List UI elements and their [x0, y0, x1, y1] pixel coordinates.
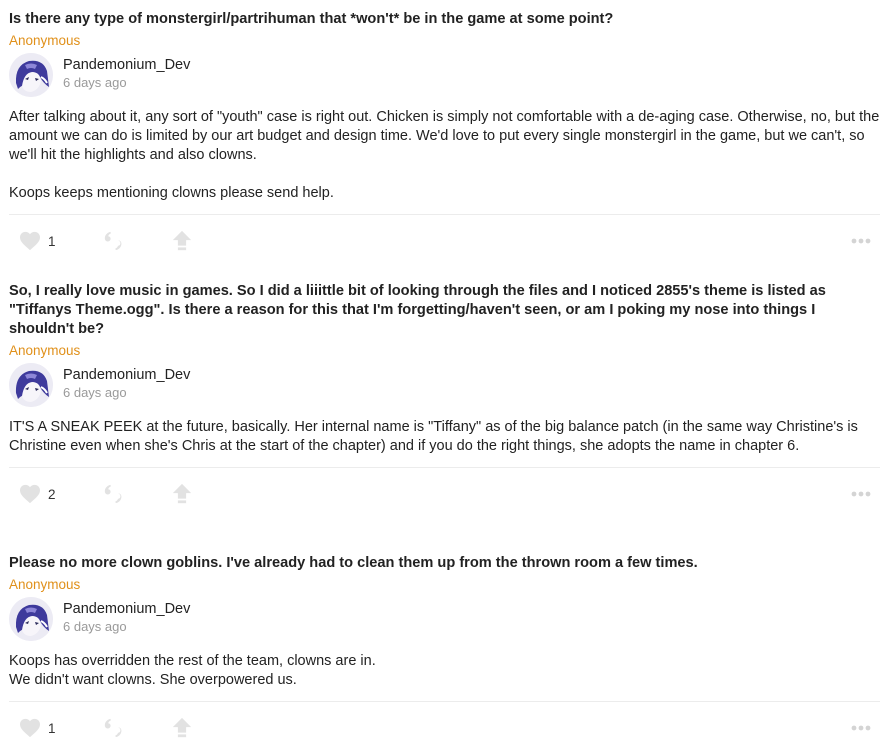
quote-button[interactable] [103, 229, 125, 253]
answer-text: Koops has overridden the rest of the tea… [9, 652, 880, 690]
asker-name: Anonymous [9, 577, 81, 592]
qa-post: Is there any type of monstergirl/partrih… [9, 10, 880, 266]
heart-icon [19, 484, 41, 504]
answer-paragraph: Koops keeps mentioning clowns please sen… [9, 185, 334, 201]
asker-name: Anonymous [9, 343, 81, 358]
post-timestamp: 6 days ago [63, 385, 127, 400]
share-button[interactable] [171, 229, 193, 253]
asker-name: Anonymous [9, 33, 81, 48]
more-dots-icon [851, 238, 871, 244]
post-timestamp: 6 days ago [63, 75, 127, 90]
answer-author: Pandemonium_Dev 6 days ago [9, 53, 880, 97]
answer-paragraph: After talking about it, any sort of "you… [9, 109, 880, 163]
heart-icon [19, 718, 41, 738]
quote-icon [103, 230, 125, 252]
share-button[interactable] [171, 716, 193, 740]
more-options-button[interactable] [851, 716, 871, 740]
share-arrow-icon [171, 717, 193, 739]
question-text: Is there any type of monstergirl/partrih… [9, 11, 614, 27]
author-name[interactable]: Pandemonium_Dev [63, 56, 190, 74]
avatar[interactable] [9, 363, 53, 407]
quote-button[interactable] [103, 482, 125, 506]
share-button[interactable] [171, 482, 193, 506]
more-dots-icon [851, 725, 871, 731]
share-arrow-icon [171, 483, 193, 505]
author-name[interactable]: Pandemonium_Dev [63, 600, 190, 618]
like-count: 1 [48, 233, 56, 249]
qa-post: Please no more clown goblins. I've alrea… [9, 554, 880, 749]
share-arrow-icon [171, 230, 193, 252]
heart-icon [19, 231, 41, 251]
like-count: 2 [48, 486, 56, 502]
action-bar: 2 [9, 467, 880, 519]
more-options-button[interactable] [851, 482, 871, 506]
action-bar: 1 [9, 214, 880, 266]
avatar[interactable] [9, 53, 53, 97]
action-bar: 1 [9, 701, 880, 749]
avatar[interactable] [9, 597, 53, 641]
like-button[interactable]: 1 [19, 716, 56, 740]
more-options-button[interactable] [851, 229, 871, 253]
answer-paragraph: IT'S A SNEAK PEEK at the future, basical… [9, 419, 858, 454]
answer-text: IT'S A SNEAK PEEK at the future, basical… [9, 418, 880, 456]
more-dots-icon [851, 491, 871, 497]
like-button[interactable]: 2 [19, 482, 56, 506]
question-text: So, I really love music in games. So I d… [9, 283, 826, 337]
like-count: 1 [48, 720, 56, 736]
quote-icon [103, 717, 125, 739]
author-name[interactable]: Pandemonium_Dev [63, 366, 190, 384]
answer-paragraph: Koops has overridden the rest of the tea… [9, 653, 376, 688]
post-timestamp: 6 days ago [63, 619, 127, 634]
answer-author: Pandemonium_Dev 6 days ago [9, 597, 880, 641]
answer-author: Pandemonium_Dev 6 days ago [9, 363, 880, 407]
quote-icon [103, 483, 125, 505]
quote-button[interactable] [103, 716, 125, 740]
answer-text: After talking about it, any sort of "you… [9, 108, 880, 203]
question-text: Please no more clown goblins. I've alrea… [9, 555, 698, 571]
qa-post: So, I really love music in games. So I d… [9, 282, 880, 519]
like-button[interactable]: 1 [19, 229, 56, 253]
answer-feed: Is there any type of monstergirl/partrih… [0, 0, 890, 749]
